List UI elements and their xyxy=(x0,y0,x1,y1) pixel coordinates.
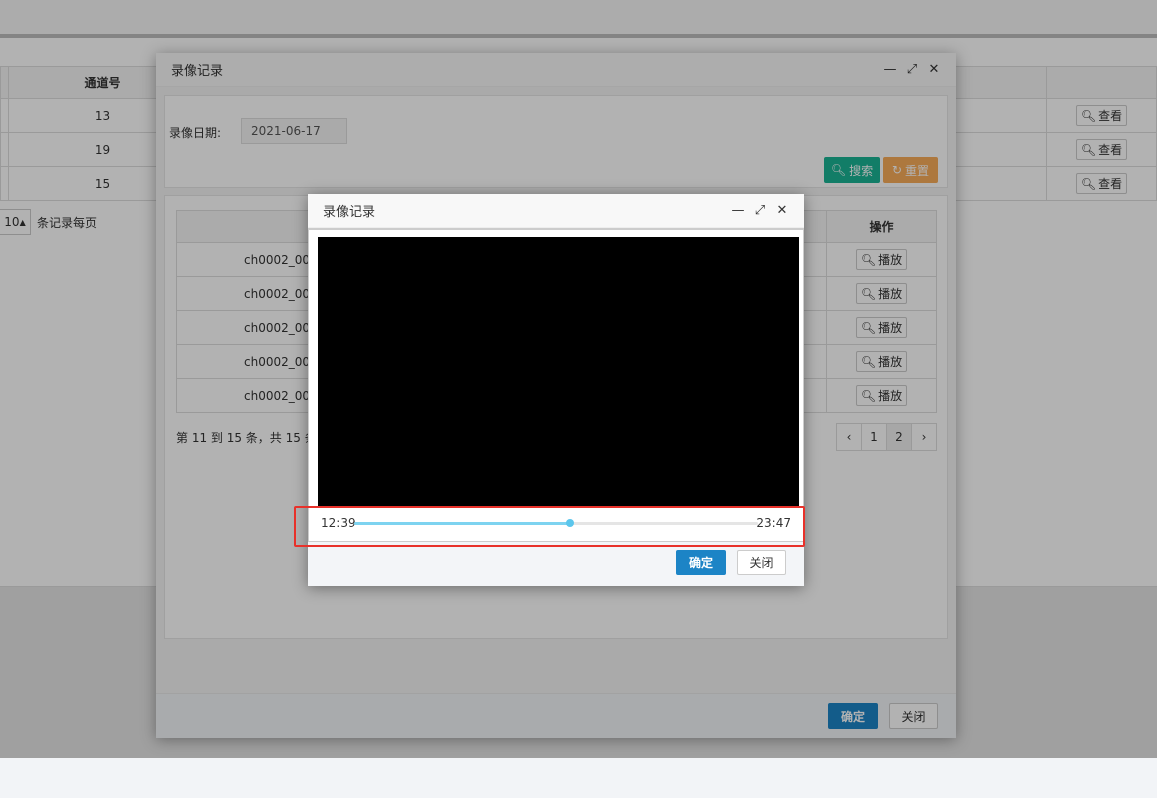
dialog-footer: 确定 关闭 xyxy=(308,542,804,586)
window-controls: — ⤢ ✕ xyxy=(731,204,789,218)
dialog-title: 录像记录 xyxy=(323,205,376,220)
highlight-box xyxy=(294,506,805,547)
confirm-button[interactable]: 确定 xyxy=(676,550,726,575)
video-frame xyxy=(308,228,804,542)
close-button[interactable]: 关闭 xyxy=(737,550,786,575)
minimize-icon[interactable]: — xyxy=(731,204,745,218)
video-player[interactable] xyxy=(318,237,799,507)
dialog-header: 录像记录 — ⤢ ✕ xyxy=(308,194,804,228)
close-icon[interactable]: ✕ xyxy=(775,204,789,218)
maximize-icon[interactable]: ⤢ xyxy=(753,204,767,218)
